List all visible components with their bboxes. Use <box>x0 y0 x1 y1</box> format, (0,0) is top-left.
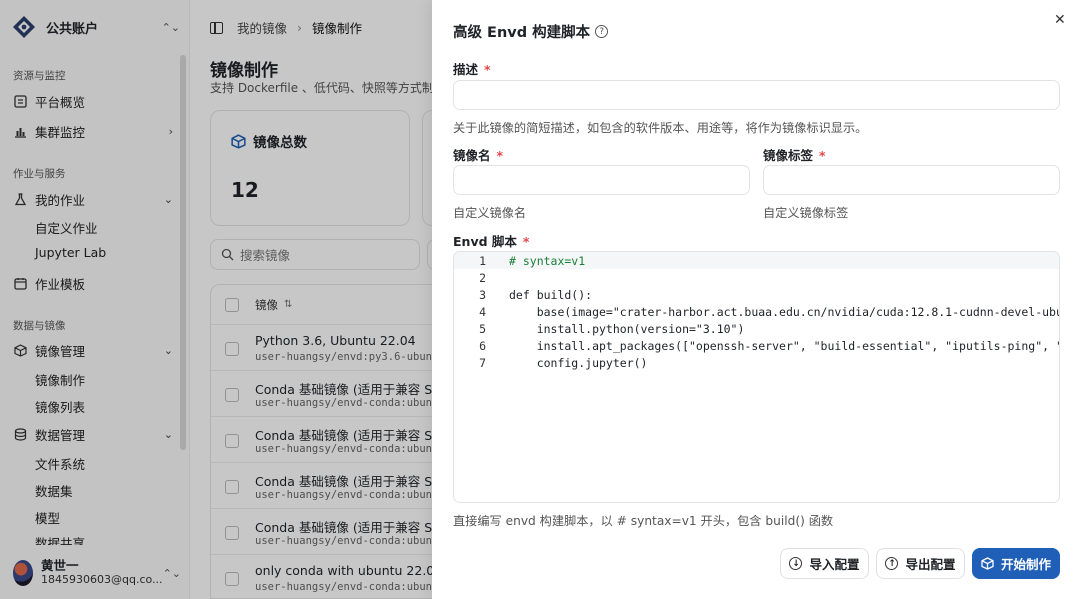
image-name-input[interactable] <box>453 165 750 195</box>
box-icon <box>981 557 994 570</box>
export-icon: ↑ <box>885 557 899 570</box>
envd-script-drawer: 高级 Envd 构建脚本 ? ✕ 描述 * 关于此镜像的简短描述，如包含的软件版本… <box>432 0 1080 599</box>
image-name-label: 镜像名 * <box>453 148 504 163</box>
modal-overlay[interactable] <box>0 0 432 599</box>
script-label: Envd 脚本 * <box>453 234 530 249</box>
script-hint: 直接编写 envd 构建脚本，以 # syntax=v1 开头，包含 build… <box>453 514 834 528</box>
code-line: 4 base(image="crater-harbor.act.buaa.edu… <box>454 303 1059 320</box>
code-text: config.jupyter() <box>509 355 648 370</box>
code-text: base(image="crater-harbor.act.buaa.edu.c… <box>536 304 1059 319</box>
image-name-hint: 自定义镜像名 <box>453 206 527 220</box>
code-line: 3 def build(): <box>479 287 593 302</box>
code-editor[interactable]: 1 # syntax=v1 2 3 def build(): 4 base(im… <box>453 251 1060 503</box>
description-input[interactable] <box>453 80 1060 110</box>
code-line: 2 <box>479 270 486 285</box>
image-tag-hint: 自定义镜像标签 <box>763 206 849 220</box>
code-text: install.apt_packages(["openssh-server", … <box>536 338 1059 353</box>
code-text: # syntax=v1 <box>509 253 586 268</box>
close-icon[interactable]: ✕ <box>1054 12 1066 28</box>
start-build-button[interactable]: 开始制作 <box>972 548 1060 579</box>
code-line: 7 config.jupyter() <box>479 355 648 370</box>
image-tag-input[interactable] <box>763 165 1060 195</box>
export-config-button[interactable]: ↑ 导出配置 <box>876 548 965 579</box>
drawer-title-text: 高级 Envd 构建脚本 <box>453 25 591 41</box>
image-tag-label: 镜像标签 * <box>763 148 826 163</box>
code-line: 1 # syntax=v1 <box>454 252 1059 269</box>
drawer-title: 高级 Envd 构建脚本 ? <box>453 21 609 42</box>
code-text: install.python(version="3.10") <box>509 321 745 336</box>
desc-label: 描述 * <box>453 62 491 77</box>
code-line: 5 install.python(version="3.10") <box>479 321 745 336</box>
help-icon[interactable]: ? <box>595 25 609 38</box>
desc-hint: 关于此镜像的简短描述，如包含的软件版本、用途等，将作为镜像标识显示。 <box>453 121 868 135</box>
import-icon: ↓ <box>789 557 803 570</box>
code-text: def build(): <box>509 287 593 302</box>
code-line: 6 install.apt_packages(["openssh-server"… <box>454 337 1059 354</box>
import-config-button[interactable]: ↓ 导入配置 <box>780 548 869 579</box>
